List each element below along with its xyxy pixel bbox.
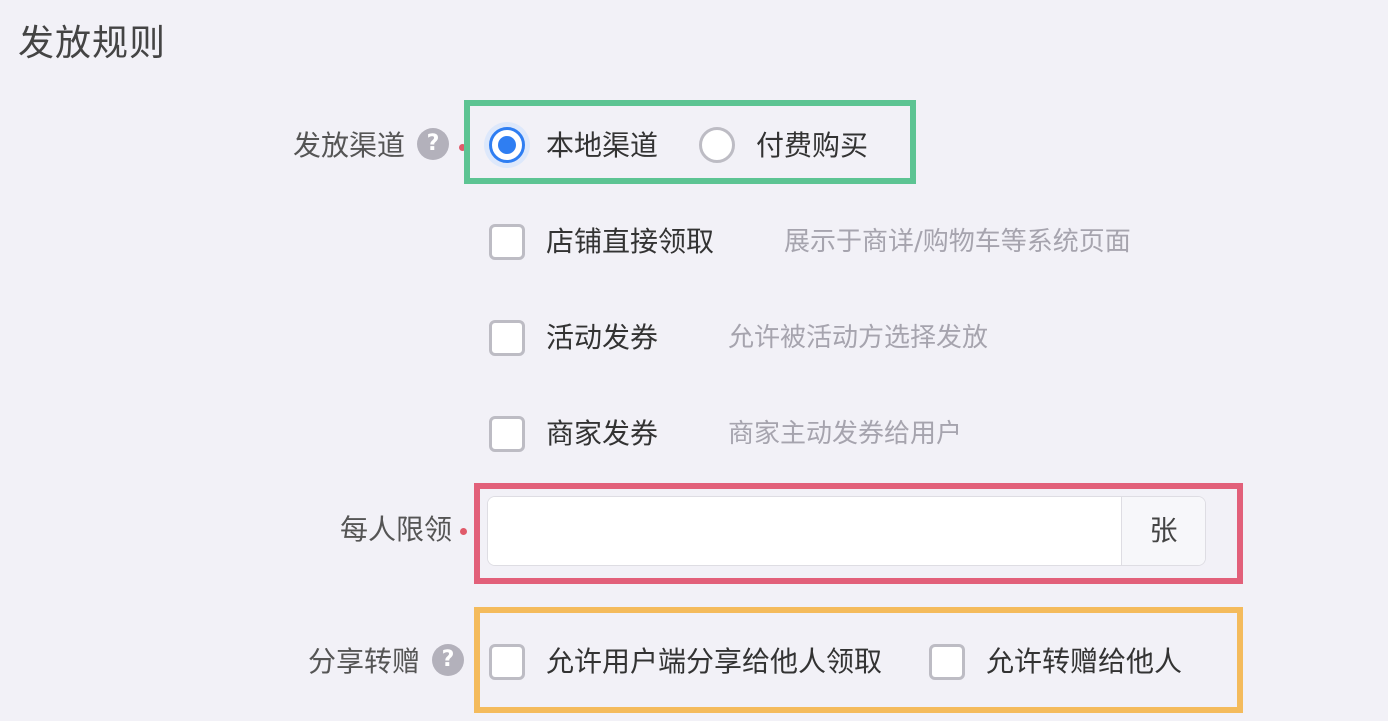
help-icon[interactable]: ? (432, 644, 464, 676)
radio-paid-purchase[interactable] (699, 127, 735, 163)
hint-merchant-coupon: 商家主动发券给用户 (728, 419, 963, 449)
checkbox-label-store-claim[interactable]: 店铺直接领取 (546, 222, 714, 262)
checkbox-allow-gift[interactable] (929, 644, 965, 680)
hint-store-claim: 展示于商详/购物车等系统页面 (784, 227, 1131, 257)
section-title: 发放规则 (18, 23, 167, 64)
checkbox-label-allow-user-share[interactable]: 允许用户端分享给他人领取 (546, 642, 882, 682)
unit-addon: 张 (1121, 497, 1205, 565)
radio-label-paid-purchase[interactable]: 付费购买 (756, 126, 868, 166)
required-marker (460, 528, 467, 535)
per-user-limit-input[interactable] (488, 497, 1122, 565)
radio-local-channel[interactable] (489, 127, 525, 163)
channel-label: 发放渠道 (292, 129, 405, 162)
share-gift-label: 分享转赠 (307, 645, 420, 678)
per-user-limit-label: 每人限领 (339, 513, 452, 546)
checkbox-allow-user-share[interactable] (489, 644, 525, 680)
hint-activity-coupon: 允许被活动方选择发放 (728, 323, 989, 353)
checkbox-activity-coupon[interactable] (489, 320, 525, 356)
checkbox-store-claim[interactable] (489, 224, 525, 260)
checkbox-label-activity-coupon[interactable]: 活动发券 (546, 318, 658, 358)
help-icon[interactable]: ? (417, 128, 449, 160)
coupon-rules-form: 发放规则 发放渠道 ? 本地渠道 付费购买 店铺直接领取 展示于商详/购物车等系… (0, 0, 1388, 721)
checkbox-label-merchant-coupon[interactable]: 商家发券 (546, 414, 658, 454)
checkbox-merchant-coupon[interactable] (489, 416, 525, 452)
checkbox-label-allow-gift[interactable]: 允许转赠给他人 (986, 642, 1182, 682)
per-user-limit-input-group: 张 (487, 496, 1206, 566)
radio-label-local-channel[interactable]: 本地渠道 (546, 126, 658, 166)
radio-selected-dot (498, 136, 516, 154)
